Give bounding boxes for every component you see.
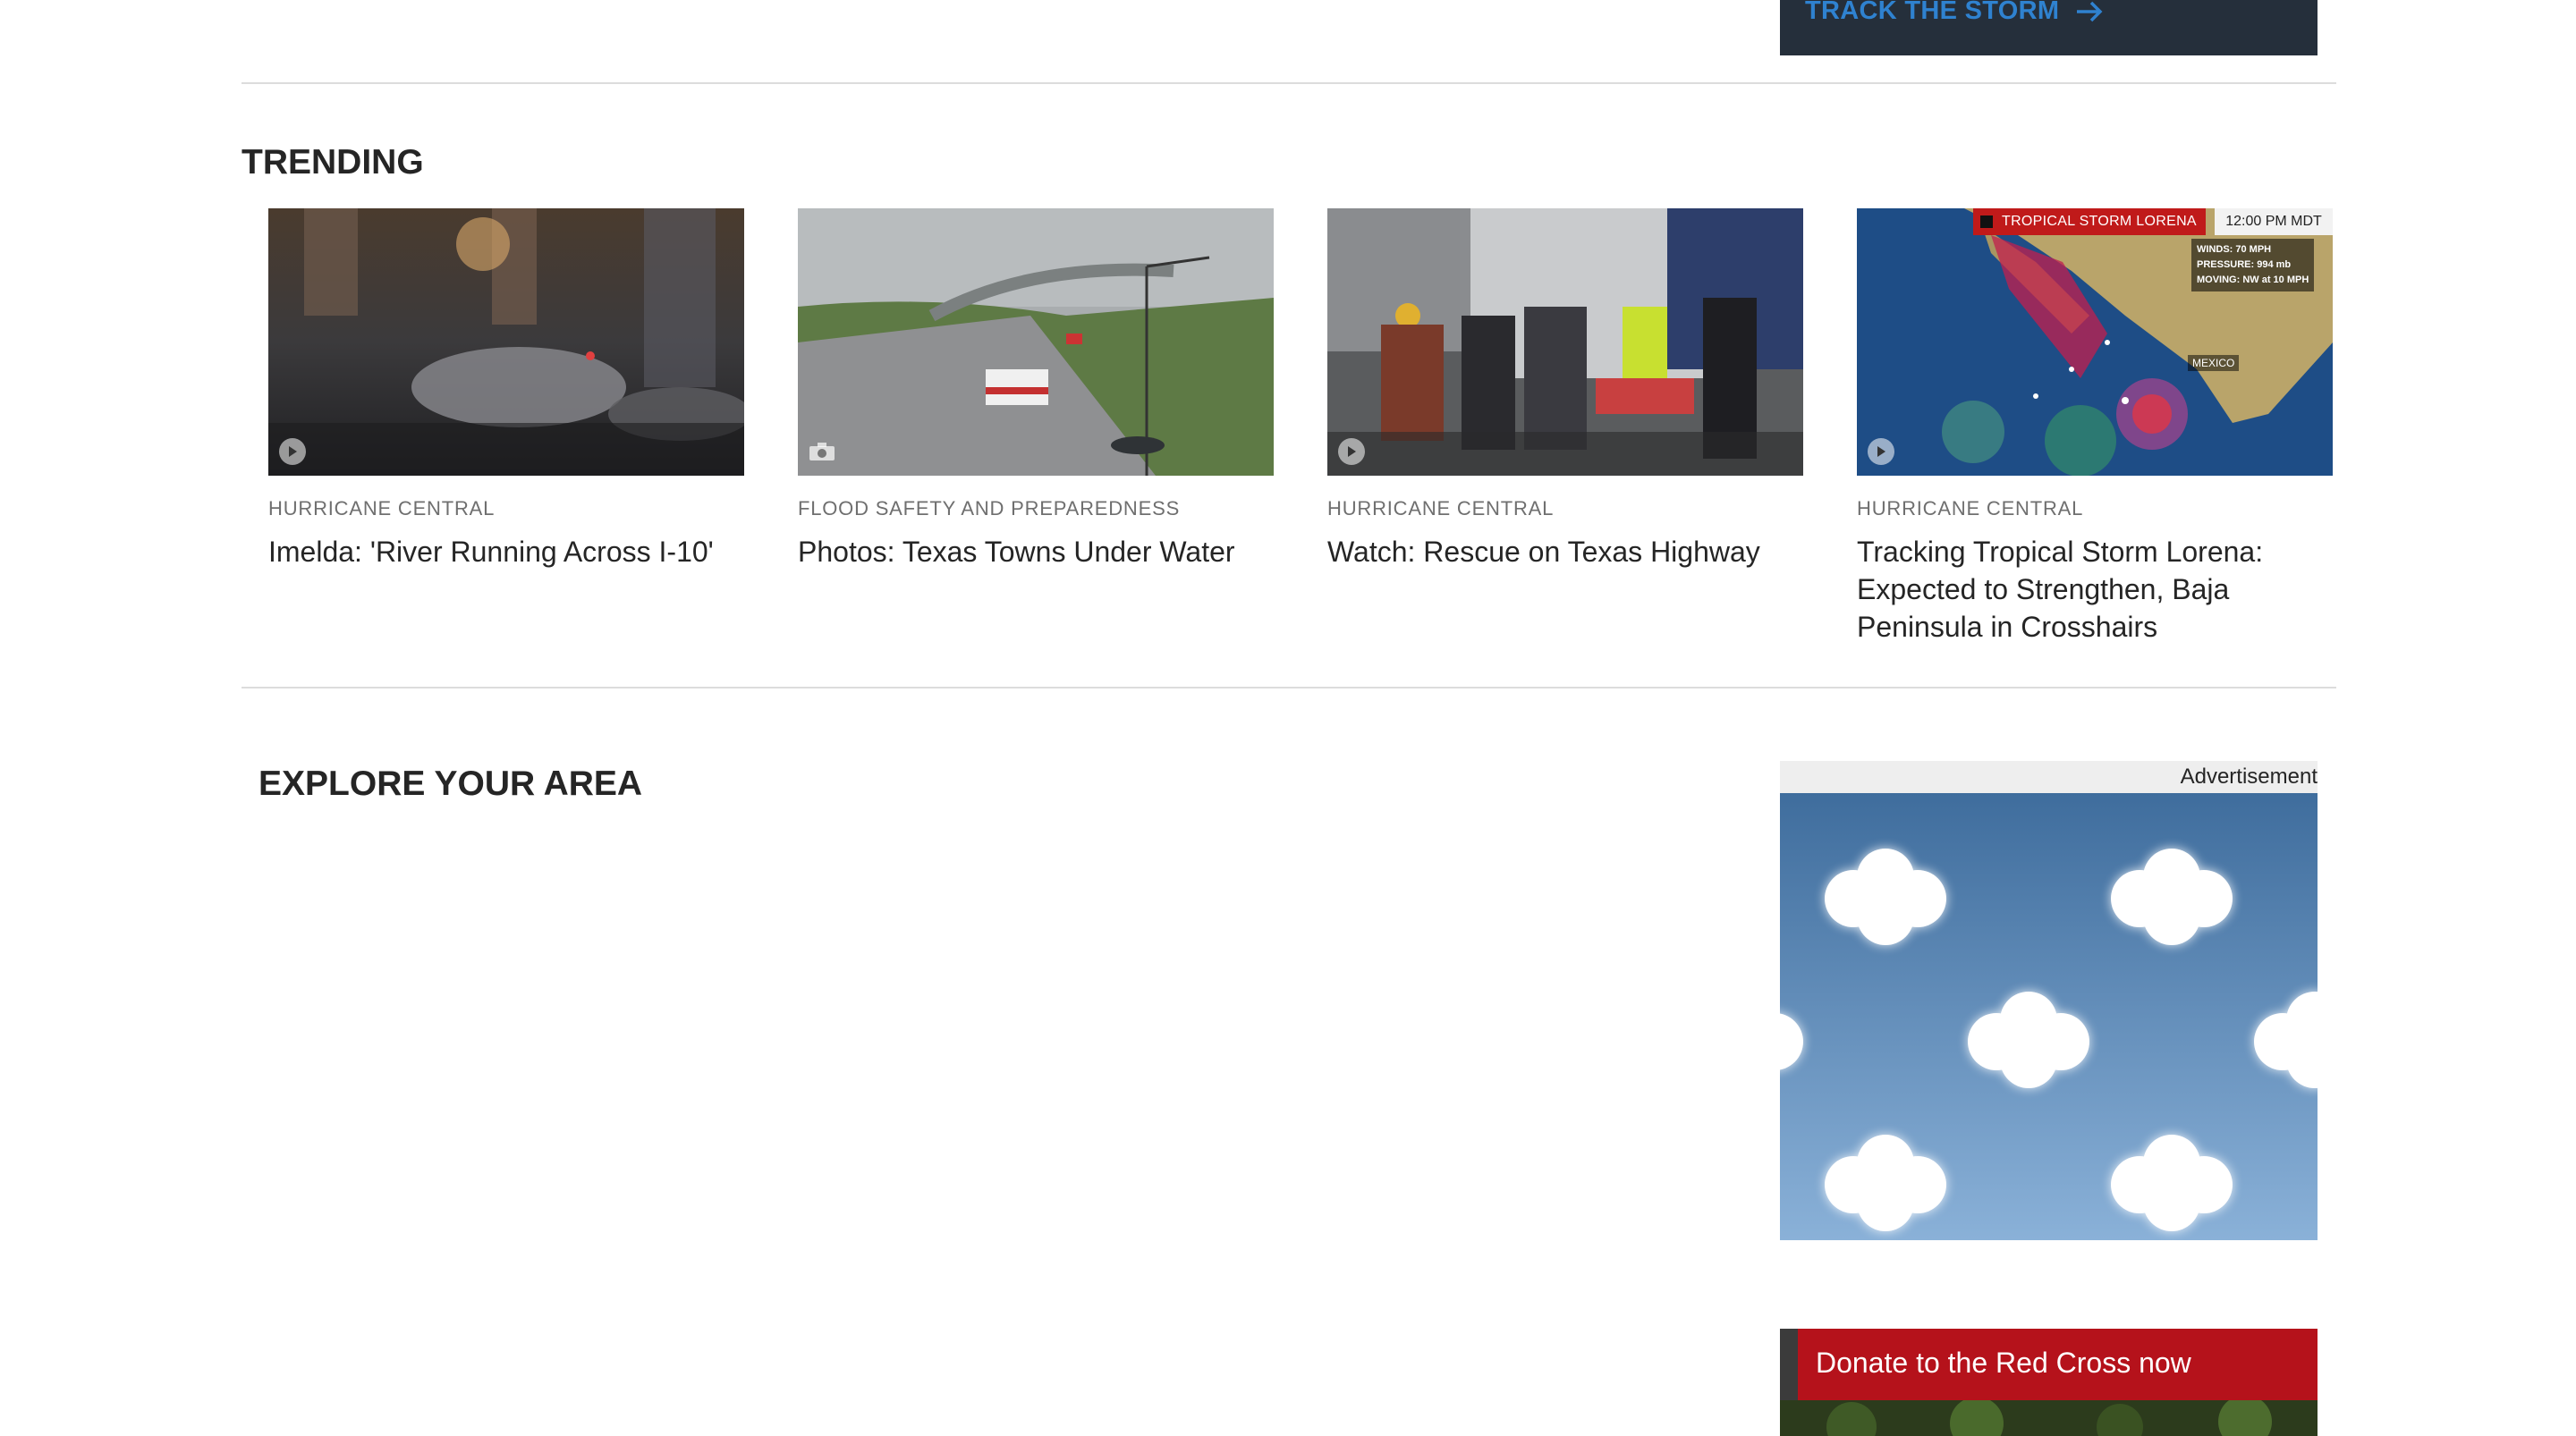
- explore-your-area-title: EXPLORE YOUR AREA: [258, 764, 643, 803]
- track-the-storm-label: TRACK THE STORM: [1805, 0, 2060, 25]
- trending-card[interactable]: FLOOD SAFETY AND PREPAREDNESS Photos: Te…: [798, 208, 1274, 570]
- storm-winds: WINDS: 70 MPH: [2197, 244, 2272, 255]
- card-headline[interactable]: Photos: Texas Towns Under Water: [798, 533, 1274, 570]
- trending-card[interactable]: HURRICANE CENTRAL Watch: Rescue on Texas…: [1327, 208, 1803, 570]
- card-category[interactable]: HURRICANE CENTRAL: [268, 497, 744, 520]
- storm-square-icon: [1980, 215, 1993, 228]
- arrow-right-icon: [2077, 1, 2103, 21]
- video-play-icon: [1338, 438, 1365, 465]
- highway-rescue-image: [1327, 208, 1803, 476]
- flooded-highway-night-image: [268, 208, 744, 476]
- card-category[interactable]: HURRICANE CENTRAL: [1327, 497, 1803, 520]
- cloud-pattern-image: [1780, 849, 2318, 1231]
- trending-card[interactable]: TROPICAL STORM LORENA 12:00 PM MDT WINDS…: [1857, 208, 2333, 646]
- flooded-road-photo: [798, 208, 1274, 476]
- storm-stats-panel: WINDS: 70 MPH PRESSURE: 994 mb MOVING: N…: [2191, 239, 2315, 291]
- card-category[interactable]: FLOOD SAFETY AND PREPAREDNESS: [798, 497, 1274, 520]
- trending-title: TRENDING: [242, 143, 424, 182]
- card-category[interactable]: HURRICANE CENTRAL: [1857, 497, 2333, 520]
- card-thumbnail[interactable]: TROPICAL STORM LORENA 12:00 PM MDT WINDS…: [1857, 208, 2333, 476]
- advertisement-label-bar: Advertisement: [1780, 761, 2318, 793]
- video-play-icon: [1868, 438, 1894, 465]
- trees-image: [1780, 1400, 2318, 1436]
- donate-banner[interactable]: Donate to the Red Cross now: [1780, 1329, 2318, 1400]
- card-headline[interactable]: Tracking Tropical Storm Lorena: Expected…: [1857, 533, 2333, 646]
- trending-card[interactable]: HURRICANE CENTRAL Imelda: 'River Running…: [268, 208, 744, 570]
- donate-link[interactable]: Donate to the Red Cross now: [1816, 1347, 2191, 1380]
- storm-banner: TRACK THE STORM: [1780, 0, 2318, 55]
- card-thumbnail[interactable]: [798, 208, 1274, 476]
- storm-moving: MOVING: NW at 10 MPH: [2197, 275, 2309, 285]
- storm-name-badge: TROPICAL STORM LORENA: [1973, 208, 2206, 235]
- card-thumbnail[interactable]: [1327, 208, 1803, 476]
- advertisement-label: Advertisement: [2180, 764, 2318, 789]
- storm-pressure: PRESSURE: 994 mb: [2197, 259, 2292, 270]
- map-timestamp: 12:00 PM MDT: [2215, 208, 2333, 235]
- card-headline[interactable]: Imelda: 'River Running Across I-10': [268, 533, 744, 570]
- advertisement-banner[interactable]: [1780, 793, 2318, 1240]
- video-play-icon: [279, 438, 306, 465]
- donate-red-cross-module[interactable]: Donate to the Red Cross now: [1780, 1329, 2318, 1436]
- card-thumbnail[interactable]: [268, 208, 744, 476]
- section-divider: [242, 687, 2336, 688]
- track-the-storm-link[interactable]: TRACK THE STORM: [1805, 0, 2104, 26]
- camera-icon: [809, 438, 835, 465]
- card-headline[interactable]: Watch: Rescue on Texas Highway: [1327, 533, 1803, 570]
- donate-accent: [1780, 1329, 1798, 1400]
- storm-label: TROPICAL STORM LORENA: [2002, 214, 2197, 229]
- section-divider: [242, 82, 2336, 84]
- map-country-label: MEXICO: [2188, 355, 2240, 371]
